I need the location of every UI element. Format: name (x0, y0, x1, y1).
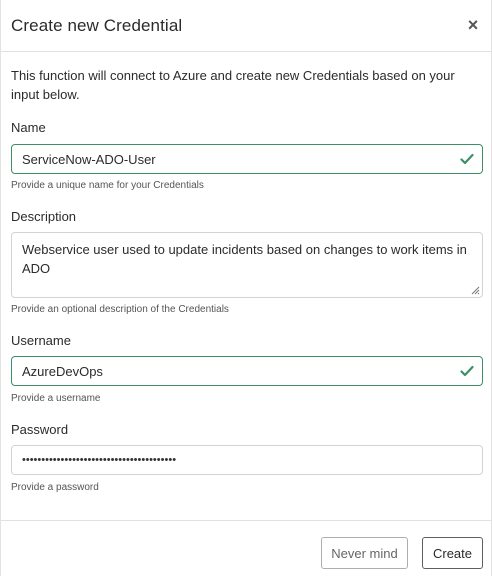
modal-header: Create new Credential × (1, 0, 491, 52)
password-help-text: Provide a password (11, 482, 99, 493)
description-textarea[interactable]: Webservice user used to update incidents… (11, 232, 483, 298)
modal-footer: Never mind Create (1, 520, 491, 576)
name-help-text: Provide a unique name for your Credentia… (11, 180, 204, 191)
resize-grip-icon[interactable] (470, 285, 480, 295)
description-label: Description (11, 209, 77, 224)
description-help-text: Provide an optional description of the C… (11, 304, 229, 315)
username-help-text: Provide a username (11, 393, 101, 404)
username-input[interactable]: AzureDevOps (11, 356, 483, 386)
create-credential-modal: Create new Credential × This function wi… (0, 0, 492, 576)
close-icon[interactable]: × (465, 16, 481, 34)
checkmark-icon (460, 153, 474, 165)
description-textarea-value: Webservice user used to update incidents… (22, 242, 467, 276)
password-input[interactable]: •••••••••••••••••••••••••••••••••••••••• (11, 445, 483, 475)
checkmark-icon (460, 365, 474, 377)
username-input-value: AzureDevOps (22, 363, 103, 379)
username-label: Username (11, 333, 71, 348)
password-label: Password (11, 422, 69, 437)
modal-title: Create new Credential (11, 16, 183, 35)
create-button[interactable]: Create (422, 537, 483, 569)
name-label: Name (11, 120, 46, 135)
name-input-value: ServiceNow-ADO-User (22, 151, 156, 167)
password-input-value: •••••••••••••••••••••••••••••••••••••••• (22, 454, 177, 466)
intro-text: This function will connect to Azure and … (11, 68, 455, 102)
never-mind-button[interactable]: Never mind (321, 537, 408, 569)
name-input[interactable]: ServiceNow-ADO-User (11, 144, 483, 174)
